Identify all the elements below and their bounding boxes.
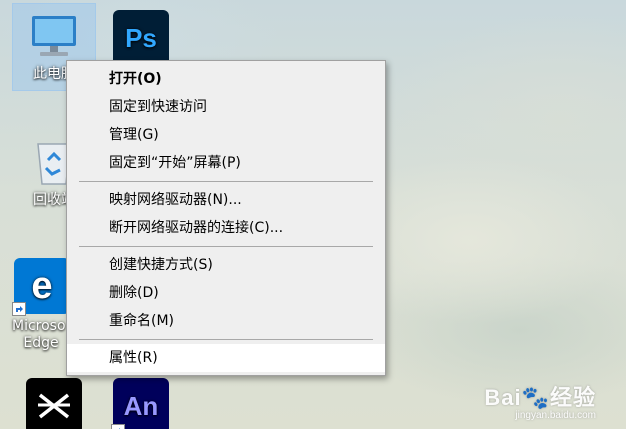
shortcut-arrow-icon <box>12 302 26 316</box>
menu-item-manage[interactable]: 管理(G) <box>67 121 385 149</box>
menu-separator <box>79 246 373 247</box>
menu-item-map-network-drive[interactable]: 映射网络驱动器(N)... <box>67 186 385 214</box>
menu-item-pin-start[interactable]: 固定到“开始”屏幕(P) <box>67 149 385 177</box>
menu-item-disconnect-network-drive[interactable]: 断开网络驱动器的连接(C)... <box>67 214 385 242</box>
menu-separator <box>79 181 373 182</box>
capcut-icon <box>26 378 82 429</box>
menu-item-create-shortcut[interactable]: 创建快捷方式(S) <box>67 251 385 279</box>
context-menu: 打开(O) 固定到快速访问 管理(G) 固定到“开始”屏幕(P) 映射网络驱动器… <box>66 60 386 376</box>
animate-icon: An <box>113 378 169 429</box>
menu-item-open[interactable]: 打开(O) <box>67 65 385 93</box>
desktop-icon-capcut[interactable] <box>13 372 95 429</box>
desktop-icon-animate[interactable]: An <box>100 372 182 429</box>
shortcut-arrow-icon <box>111 424 125 429</box>
paw-icon: 🐾 <box>521 385 550 410</box>
computer-icon <box>26 10 82 66</box>
photoshop-icon: Ps <box>113 10 169 66</box>
baidu-watermark: Bai🐾经验 jingyan.baidu.com <box>484 385 596 421</box>
menu-item-delete[interactable]: 删除(D) <box>67 279 385 307</box>
desktop: 此电脑 Ps 回收站 e Microso Edge An 打开(O) 固定到快速… <box>0 0 626 429</box>
menu-separator <box>79 339 373 340</box>
menu-item-pin-quick-access[interactable]: 固定到快速访问 <box>67 93 385 121</box>
menu-item-rename[interactable]: 重命名(M) <box>67 307 385 335</box>
menu-item-properties[interactable]: 属性(R) <box>67 344 385 372</box>
